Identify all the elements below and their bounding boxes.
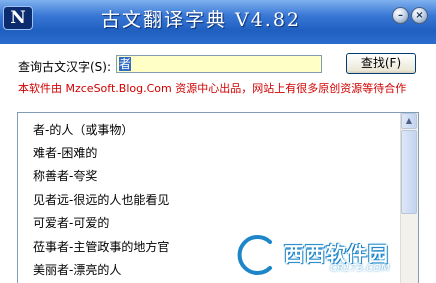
list-item[interactable]: 可爱者-可爱的 — [33, 214, 109, 231]
list-item[interactable]: 见者远-很远的人也能看见 — [33, 191, 169, 208]
scroll-thumb[interactable] — [401, 130, 417, 214]
search-input[interactable]: 者 — [116, 55, 322, 73]
list-item[interactable]: 难者-困难的 — [33, 144, 97, 161]
list-item[interactable]: 称善者-夸奖 — [33, 167, 97, 184]
scroll-up-arrow-icon[interactable]: ▲ — [401, 113, 417, 129]
search-button[interactable]: 查找(F) — [346, 53, 416, 74]
list-item[interactable]: 者-的人（或事物） — [33, 121, 133, 138]
search-label: 查询古文汉字(S): — [18, 60, 112, 74]
watermark-domain: CR173.COM — [330, 263, 390, 274]
search-input-value: 者 — [119, 57, 132, 71]
close-button[interactable]: × — [411, 7, 428, 24]
watermark-c-icon — [235, 232, 275, 278]
list-item[interactable]: 莅事者-主管政事的地方官 — [33, 238, 169, 255]
app-logo-icon[interactable]: N — [3, 6, 33, 30]
window-title: 古文翻译字典 V4.82 — [100, 9, 302, 31]
promo-link[interactable]: 本软件由 MzceSoft.Blog.Com 资源中心出品，网站上有很多原创资源… — [18, 80, 436, 96]
title-bar: N 古文翻译字典 V4.82 – × — [0, 0, 436, 44]
watermark-logo: 西西软件园 CR173.COM — [230, 232, 426, 278]
minimize-button[interactable]: – — [392, 7, 409, 24]
list-item[interactable]: 美丽者-漂亮的人 — [33, 261, 121, 278]
